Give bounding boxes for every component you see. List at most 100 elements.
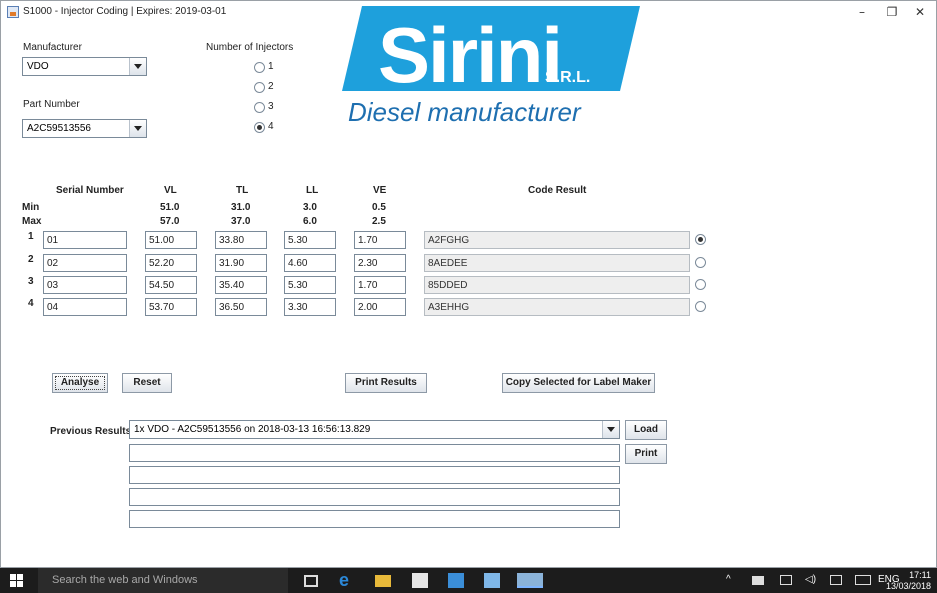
result-line-4[interactable]: [129, 510, 620, 528]
sirini-logo: Sirini S.R.L. Diesel manufacturer: [342, 6, 640, 126]
chevron-down-icon[interactable]: [129, 58, 146, 75]
row-number: 4: [28, 298, 34, 309]
ve-input[interactable]: 2.00: [354, 298, 406, 316]
row-select-radio[interactable]: [695, 279, 706, 290]
injector-radio-1[interactable]: [254, 62, 265, 73]
vl-input[interactable]: 53.70: [145, 298, 197, 316]
previous-results-select[interactable]: 1x VDO - A2C59513556 on 2018-03-13 16:56…: [129, 420, 620, 439]
print-results-button[interactable]: Print Results: [345, 373, 427, 393]
code-result-field: A3EHHG: [424, 298, 690, 316]
copy-label-maker-button[interactable]: Copy Selected for Label Maker: [502, 373, 655, 393]
previous-results-value: 1x VDO - A2C59513556 on 2018-03-13 16:56…: [134, 424, 371, 435]
file-explorer-icon[interactable]: [375, 575, 391, 587]
result-line-2[interactable]: [129, 466, 620, 484]
ve-input[interactable]: 1.70: [354, 276, 406, 294]
min-tl: 31.0: [231, 202, 251, 213]
chevron-down-icon[interactable]: [129, 120, 146, 137]
tl-input[interactable]: 35.40: [215, 276, 267, 294]
injector-radio-label: 3: [268, 101, 274, 112]
serial-number-input[interactable]: 04: [43, 298, 127, 316]
analyse-button[interactable]: Analyse: [52, 373, 108, 393]
part-number-select[interactable]: A2C59513556: [22, 119, 147, 138]
reset-button[interactable]: Reset: [122, 373, 172, 393]
keyboard-icon[interactable]: [855, 575, 871, 585]
injector-radio-4[interactable]: [254, 122, 265, 133]
injector-radio-2[interactable]: [254, 82, 265, 93]
windows-start-icon[interactable]: [10, 574, 24, 588]
ll-input[interactable]: 5.30: [284, 276, 336, 294]
previous-results-label: Previous Results: [50, 426, 132, 437]
result-line-1[interactable]: [129, 444, 620, 462]
vl-input[interactable]: 54.50: [145, 276, 197, 294]
close-button[interactable]: ✕: [907, 3, 933, 21]
col-ll-header: LL: [306, 185, 319, 196]
edge-browser-icon[interactable]: e: [339, 571, 355, 589]
network-icon[interactable]: [752, 576, 764, 585]
row-number: 1: [28, 231, 34, 242]
injector-radio-label: 2: [268, 81, 274, 92]
serial-number-input[interactable]: 01: [43, 231, 127, 249]
load-button[interactable]: Load: [625, 420, 667, 440]
app-icon-1[interactable]: [448, 573, 464, 588]
min-vl: 51.0: [160, 202, 180, 213]
chevron-down-icon[interactable]: [602, 421, 619, 438]
col-tl-header: TL: [236, 185, 249, 196]
row-number: 3: [28, 276, 34, 287]
ll-input[interactable]: 4.60: [284, 254, 336, 272]
injector-radio-label: 1: [268, 61, 274, 72]
taskbar-clock[interactable]: 17:11 13/03/2018: [886, 570, 931, 592]
serial-number-input[interactable]: 03: [43, 276, 127, 294]
code-result-field: 85DDED: [424, 276, 690, 294]
clock-date: 13/03/2018: [885, 581, 931, 591]
row-select-radio[interactable]: [695, 257, 706, 268]
maximize-button[interactable]: ❐: [879, 3, 905, 21]
col-code-header: Code Result: [528, 185, 587, 196]
ll-input[interactable]: 5.30: [284, 231, 336, 249]
tl-input[interactable]: 31.90: [215, 254, 267, 272]
app-icon-2[interactable]: [484, 573, 500, 588]
ve-input[interactable]: 2.30: [354, 254, 406, 272]
row-select-radio[interactable]: [695, 301, 706, 312]
manufacturer-select[interactable]: VDO: [22, 57, 147, 76]
part-number-label: Part Number: [23, 99, 80, 110]
row-select-radio[interactable]: [695, 234, 706, 245]
injectors-label: Number of Injectors: [206, 42, 294, 53]
ll-input[interactable]: 3.30: [284, 298, 336, 316]
vl-input[interactable]: 51.00: [145, 231, 197, 249]
min-label: Min: [22, 202, 40, 213]
chevron-up-icon[interactable]: ^: [726, 574, 731, 585]
windows-taskbar: Search the web and Windows e ^ ◁) ENG 17…: [0, 568, 937, 593]
task-view-icon[interactable]: [304, 575, 318, 587]
max-ll: 6.0: [303, 216, 317, 227]
minimize-button[interactable]: –: [849, 3, 875, 21]
max-vl: 57.0: [160, 216, 180, 227]
taskbar-search[interactable]: Search the web and Windows: [38, 568, 288, 593]
manufacturer-value: VDO: [27, 61, 49, 72]
java-app-icon: [7, 6, 19, 18]
code-result-field: A2FGHG: [424, 231, 690, 249]
row-number: 2: [28, 254, 34, 265]
message-icon[interactable]: [780, 575, 792, 585]
col-vl-header: VL: [164, 185, 177, 196]
serial-number-input[interactable]: 02: [43, 254, 127, 272]
result-line-3[interactable]: [129, 488, 620, 506]
code-result-field: 8AEDEE: [424, 254, 690, 272]
ve-input[interactable]: 1.70: [354, 231, 406, 249]
window-title: S1000 - Injector Coding | Expires: 2019-…: [23, 6, 227, 17]
manufacturer-label: Manufacturer: [23, 42, 82, 53]
print-button[interactable]: Print: [625, 444, 667, 464]
tl-input[interactable]: 33.80: [215, 231, 267, 249]
notification-icon[interactable]: [830, 575, 842, 585]
injector-radio-label: 4: [268, 121, 274, 132]
max-label: Max: [22, 216, 42, 227]
store-icon[interactable]: [412, 573, 428, 588]
min-ve: 0.5: [372, 202, 386, 213]
injector-radio-3[interactable]: [254, 102, 265, 113]
col-ve-header: VE: [373, 185, 387, 196]
java-app-task-icon[interactable]: [517, 573, 543, 588]
volume-icon[interactable]: ◁): [805, 574, 816, 585]
svg-text:S.R.L.: S.R.L.: [545, 69, 590, 86]
taskbar-search-placeholder: Search the web and Windows: [52, 574, 198, 586]
vl-input[interactable]: 52.20: [145, 254, 197, 272]
tl-input[interactable]: 36.50: [215, 298, 267, 316]
